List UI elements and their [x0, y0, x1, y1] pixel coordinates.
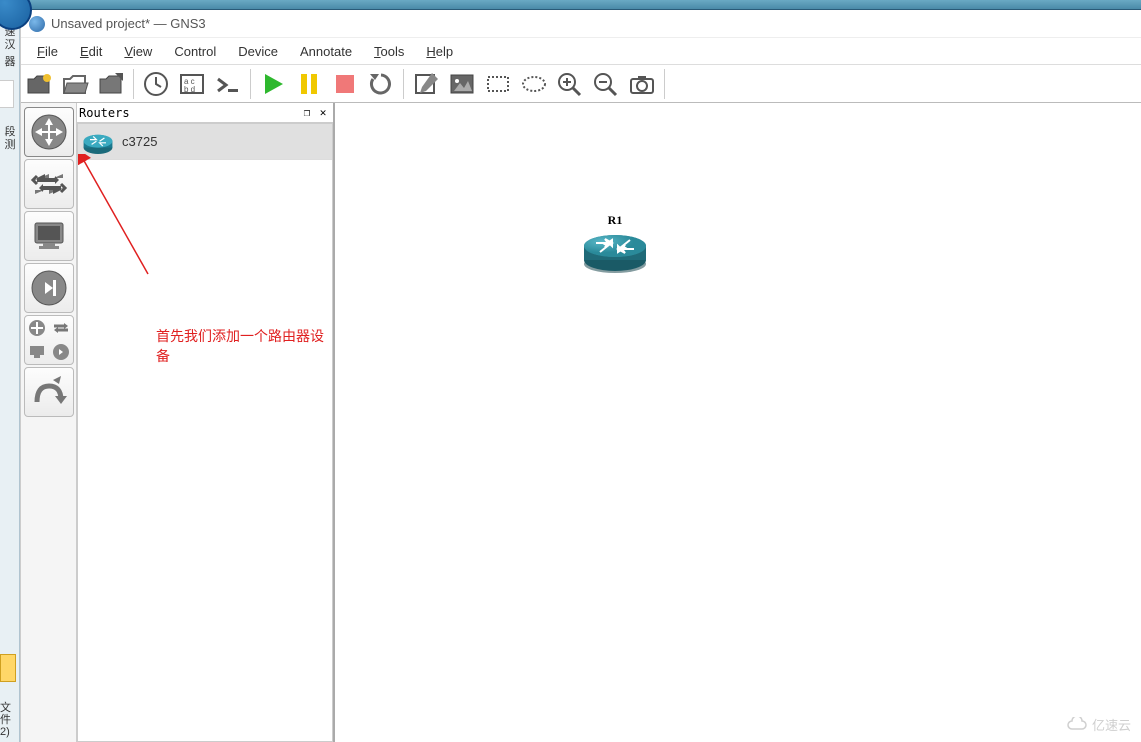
- all-devices-category-button[interactable]: [24, 315, 74, 365]
- insert-image-icon: [448, 71, 476, 97]
- devices-panel: Routers ❐ ✕ c3725: [77, 103, 335, 742]
- add-note-icon: [412, 71, 440, 97]
- mini-security-icon: [51, 342, 71, 362]
- routers-icon: [29, 112, 69, 152]
- watermark: 亿速云: [1066, 715, 1131, 734]
- edge-folder-icon: [0, 654, 16, 682]
- add-link-button[interactable]: [24, 367, 74, 417]
- outer-chrome-left: 速汉 器 段测 文件2): [0, 0, 20, 742]
- app-window: Unsaved project* — GNS3 File Edit View C…: [20, 10, 1141, 742]
- menu-bar: File Edit View Control Device Annotate T…: [21, 38, 1141, 64]
- outer-chrome-top: [0, 0, 1141, 10]
- menu-help[interactable]: Help: [416, 40, 463, 63]
- watermark-text: 亿速云: [1092, 715, 1131, 734]
- router-device-icon: [82, 128, 114, 156]
- annotation-arrow: [78, 154, 173, 304]
- watermark-cloud-icon: [1066, 717, 1088, 733]
- edge-stub: [0, 80, 14, 108]
- mini-pc-icon: [27, 342, 47, 362]
- device-category-toolbar: [21, 103, 77, 742]
- device-label: c3725: [122, 134, 157, 149]
- mini-switch-icon: [51, 318, 71, 338]
- zoom-out-button[interactable]: [588, 67, 624, 101]
- main-area: Routers ❐ ✕ c3725: [21, 102, 1141, 742]
- snapshot-icon: [142, 71, 170, 97]
- app-icon: [29, 16, 45, 32]
- play-button[interactable]: [255, 67, 291, 101]
- topology-canvas[interactable]: R1: [335, 103, 1141, 742]
- draw-rect-button[interactable]: [480, 67, 516, 101]
- console-icon: [214, 71, 242, 97]
- new-project-button[interactable]: [21, 67, 57, 101]
- zoom-in-icon: [556, 71, 584, 97]
- panel-header: Routers ❐ ✕: [77, 103, 333, 123]
- draw-rect-icon: [484, 71, 512, 97]
- show-names-icon: a cb d: [178, 71, 206, 97]
- node-r1[interactable]: R1: [580, 213, 650, 277]
- menu-file[interactable]: File: [27, 40, 68, 63]
- router-node-icon: [582, 230, 648, 274]
- stop-icon: [331, 71, 359, 97]
- main-toolbar: a cb d: [21, 64, 1141, 102]
- zoom-in-button[interactable]: [552, 67, 588, 101]
- play-icon: [259, 71, 287, 97]
- edge-text: 文件2): [0, 702, 20, 738]
- switches-icon: [29, 164, 69, 204]
- save-project-icon: [97, 71, 125, 97]
- title-bar: Unsaved project* — GNS3: [21, 10, 1141, 38]
- console-button[interactable]: [210, 67, 246, 101]
- mini-router-icon: [27, 318, 47, 338]
- device-list: c3725 首先我们添加一个路由器设备: [77, 123, 333, 742]
- add-note-button[interactable]: [408, 67, 444, 101]
- open-project-button[interactable]: [57, 67, 93, 101]
- reload-button[interactable]: [363, 67, 399, 101]
- security-devices-category-button[interactable]: [24, 263, 74, 313]
- switches-category-button[interactable]: [24, 159, 74, 209]
- edge-text: 段测: [0, 126, 20, 152]
- open-project-icon: [61, 71, 89, 97]
- end-devices-icon: [29, 216, 69, 256]
- menu-annotate[interactable]: Annotate: [290, 40, 362, 63]
- screenshot-icon: [628, 71, 656, 97]
- screenshot-button[interactable]: [624, 67, 660, 101]
- add-link-icon: [29, 372, 69, 412]
- node-label: R1: [580, 213, 650, 228]
- menu-view[interactable]: View: [114, 40, 162, 63]
- snapshot-button[interactable]: [138, 67, 174, 101]
- device-item-c3725[interactable]: c3725: [78, 124, 332, 160]
- end-devices-category-button[interactable]: [24, 211, 74, 261]
- window-title: Unsaved project* — GNS3: [51, 16, 206, 31]
- reload-icon: [367, 71, 395, 97]
- menu-tools[interactable]: Tools: [364, 40, 414, 63]
- menu-edit[interactable]: Edit: [70, 40, 112, 63]
- pause-icon: [295, 71, 323, 97]
- zoom-out-icon: [592, 71, 620, 97]
- new-project-icon: [25, 71, 53, 97]
- insert-image-button[interactable]: [444, 67, 480, 101]
- save-project-button[interactable]: [93, 67, 129, 101]
- stop-button[interactable]: [327, 67, 363, 101]
- menu-control[interactable]: Control: [164, 40, 226, 63]
- draw-ellipse-icon: [520, 71, 548, 97]
- show-names-button[interactable]: a cb d: [174, 67, 210, 101]
- menu-device[interactable]: Device: [228, 40, 288, 63]
- svg-text:b d: b d: [184, 85, 195, 94]
- draw-ellipse-button[interactable]: [516, 67, 552, 101]
- security-icon: [29, 268, 69, 308]
- pause-button[interactable]: [291, 67, 327, 101]
- routers-category-button[interactable]: [24, 107, 74, 157]
- annotation-text: 首先我们添加一个路由器设备: [156, 326, 332, 366]
- edge-text: 器: [0, 56, 20, 69]
- panel-undock-button[interactable]: ❐: [299, 106, 315, 120]
- panel-close-button[interactable]: ✕: [315, 106, 331, 120]
- panel-title: Routers: [79, 106, 299, 120]
